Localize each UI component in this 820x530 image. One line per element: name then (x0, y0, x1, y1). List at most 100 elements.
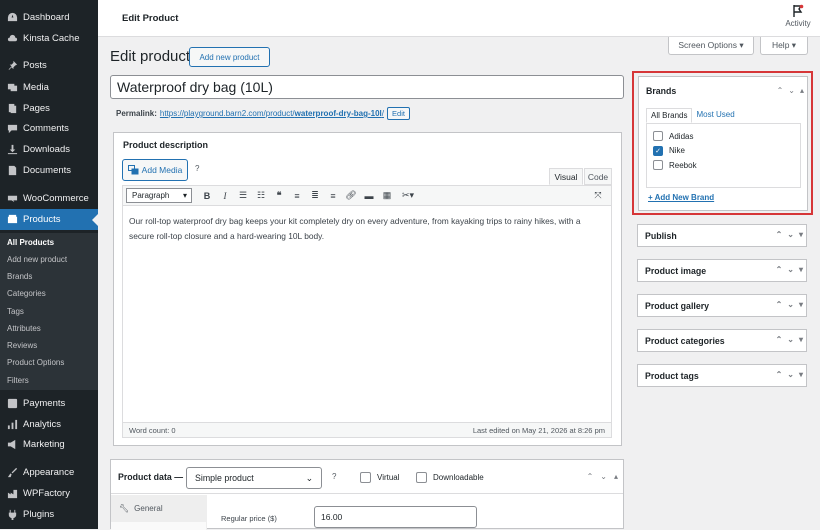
screen-options-button[interactable]: Screen Options ▾ (668, 37, 754, 55)
chevron-down-icon[interactable]: ⌄ (787, 300, 794, 309)
submenu-attributes[interactable]: Attributes (7, 324, 41, 333)
activity-button[interactable]: Activity (782, 4, 814, 28)
menu-label: Documents (23, 165, 72, 176)
align-center-icon[interactable]: ≣ (306, 188, 324, 204)
fullscreen-icon[interactable]: ⤧ (589, 188, 607, 204)
factory-icon (6, 488, 18, 500)
link-icon[interactable]: 🔗︎ (342, 188, 360, 204)
blockquote-icon[interactable]: ❝ (270, 188, 288, 204)
menu-item-downloads[interactable]: Downloads (0, 139, 98, 160)
chevron-down-icon[interactable]: ⌄ (788, 86, 795, 95)
add-new-brand-link[interactable]: + Add New Brand (648, 193, 714, 202)
checkbox[interactable] (653, 160, 663, 171)
regular-price-input[interactable]: 16.00 (314, 506, 477, 528)
chevron-up-icon[interactable]: ⌃ (587, 472, 594, 481)
chevron-up-icon[interactable]: ⌃ (776, 300, 783, 309)
triangle-down-icon[interactable]: ▾ (799, 230, 803, 239)
product-image-box[interactable]: Product image ⌃ ⌄ ▾ (637, 259, 807, 282)
chevron-up-icon[interactable]: ⌃ (776, 265, 783, 274)
chevron-up-icon[interactable]: ⌃ (776, 230, 783, 239)
permalink-label: Permalink: (116, 109, 157, 118)
submenu-product-options[interactable]: Product Options (7, 358, 64, 367)
menu-item-kinsta-cache[interactable]: Kinsta Cache (0, 28, 98, 49)
chevron-down-icon[interactable]: ⌄ (600, 472, 607, 481)
chevron-down-icon[interactable]: ⌄ (787, 230, 794, 239)
format-select[interactable]: Paragraph ▾ (126, 188, 192, 203)
permalink-link[interactable]: https://playground.barn2.com/product/wat… (160, 109, 384, 118)
chevron-up-icon[interactable]: ⌃ (776, 370, 783, 379)
product-tags-box[interactable]: Product tags ⌃ ⌄ ▾ (637, 364, 807, 387)
read-more-icon[interactable]: ▬ (360, 188, 378, 204)
toolbar-toggle-icon[interactable]: ▦ (378, 188, 396, 204)
product-gallery-box[interactable]: Product gallery ⌃ ⌄ ▾ (637, 294, 807, 317)
menu-item-payments[interactable]: Payments (0, 393, 98, 414)
chevron-down-icon[interactable]: ⌄ (787, 370, 794, 379)
chevron-up-icon[interactable]: ⌃ (776, 335, 783, 344)
menu-item-dashboard[interactable]: Dashboard (0, 7, 98, 28)
help-icon[interactable]: ? (332, 472, 336, 481)
virtual-checkbox[interactable]: Virtual (360, 472, 400, 483)
brand-item-adidas[interactable]: Adidas (647, 129, 800, 144)
submenu-add-new-product[interactable]: Add new product (7, 255, 67, 264)
tab-general[interactable]: 🔧︎ General (111, 495, 207, 522)
chevron-up-icon[interactable]: ⌃ (777, 86, 784, 95)
submenu-filters[interactable]: Filters (7, 376, 29, 385)
submenu-reviews[interactable]: Reviews (7, 341, 37, 350)
checkbox[interactable] (416, 472, 427, 483)
menu-item-plugins[interactable]: Plugins (0, 504, 98, 525)
submenu-tags[interactable]: Tags (7, 307, 24, 316)
checkbox[interactable] (653, 131, 663, 142)
edit-permalink-button[interactable]: Edit (387, 107, 410, 120)
chevron-down-icon[interactable]: ⌄ (787, 265, 794, 274)
triangle-up-icon[interactable]: ▴ (800, 86, 804, 95)
product-data-header: Product data — Simple product ⌄ ? Virtual… (111, 460, 623, 494)
menu-item-products[interactable]: Products (0, 209, 98, 230)
bold-icon[interactable]: B (198, 188, 216, 204)
submenu-brands[interactable]: Brands (7, 272, 32, 281)
align-left-icon[interactable]: ≡ (288, 188, 306, 204)
editor-content[interactable]: Our roll-top waterproof dry bag keeps yo… (122, 205, 612, 423)
triangle-down-icon[interactable]: ▾ (799, 370, 803, 379)
submenu-categories[interactable]: Categories (7, 289, 46, 298)
product-type-select[interactable]: Simple product ⌄ (186, 467, 322, 489)
menu-item-media[interactable]: Media (0, 77, 98, 98)
product-title-input[interactable]: Waterproof dry bag (10L) (110, 75, 624, 99)
publish-box[interactable]: Publish ⌃ ⌄ ▾ (637, 224, 807, 247)
add-new-product-button[interactable]: Add new product (189, 47, 270, 67)
tab-visual[interactable]: Visual (549, 168, 583, 185)
brand-item-nike[interactable]: ✓ Nike (647, 144, 800, 159)
italic-icon[interactable]: I (216, 188, 234, 204)
chevron-down-icon[interactable]: ⌄ (787, 335, 794, 344)
numbered-list-icon[interactable]: ☷ (252, 188, 270, 204)
menu-item-analytics[interactable]: Analytics (0, 414, 98, 435)
triangle-down-icon[interactable]: ▾ (799, 300, 803, 309)
brand-item-reebok[interactable]: Reebok (647, 158, 800, 173)
checkbox[interactable] (360, 472, 371, 483)
tab-all-brands[interactable]: All Brands (646, 108, 693, 123)
brand-label: Adidas (669, 131, 694, 141)
add-media-button[interactable]: Add Media (122, 159, 188, 181)
tab-most-used[interactable]: Most Used (692, 108, 738, 123)
align-right-icon[interactable]: ≡ (324, 188, 342, 204)
menu-item-comments[interactable]: Comments (0, 118, 98, 139)
help-button[interactable]: Help ▾ (760, 37, 808, 55)
tab-code[interactable]: Code (584, 168, 612, 185)
product-categories-box[interactable]: Product categories ⌃ ⌄ ▾ (637, 329, 807, 352)
menu-item-wpfactory[interactable]: WPFactory (0, 483, 98, 504)
triangle-up-icon[interactable]: ▴ (614, 472, 618, 481)
menu-item-marketing[interactable]: Marketing (0, 434, 98, 455)
bullet-list-icon[interactable]: ☰ (234, 188, 252, 204)
scissors-dropdown-icon[interactable]: ✂▾ (396, 188, 420, 204)
help-icon[interactable]: ? (195, 164, 199, 173)
downloadable-checkbox[interactable]: Downloadable (416, 472, 484, 483)
triangle-down-icon[interactable]: ▾ (799, 335, 803, 344)
menu-item-documents[interactable]: Documents (0, 160, 98, 181)
submenu-all-products[interactable]: All Products (7, 238, 54, 247)
menu-item-pages[interactable]: Pages (0, 98, 98, 119)
menu-item-posts[interactable]: Posts (0, 55, 98, 76)
triangle-down-icon[interactable]: ▾ (799, 265, 803, 274)
menu-item-woocommerce[interactable]: WooCommerce (0, 188, 98, 209)
checkbox-checked[interactable]: ✓ (653, 145, 663, 156)
editor-toolbar: Paragraph ▾ B I ☰ ☷ ❝ ≡ ≣ ≡ 🔗︎ ▬ ▦ ✂▾ ⤧ (122, 185, 612, 205)
menu-item-appearance[interactable]: Appearance (0, 462, 98, 483)
